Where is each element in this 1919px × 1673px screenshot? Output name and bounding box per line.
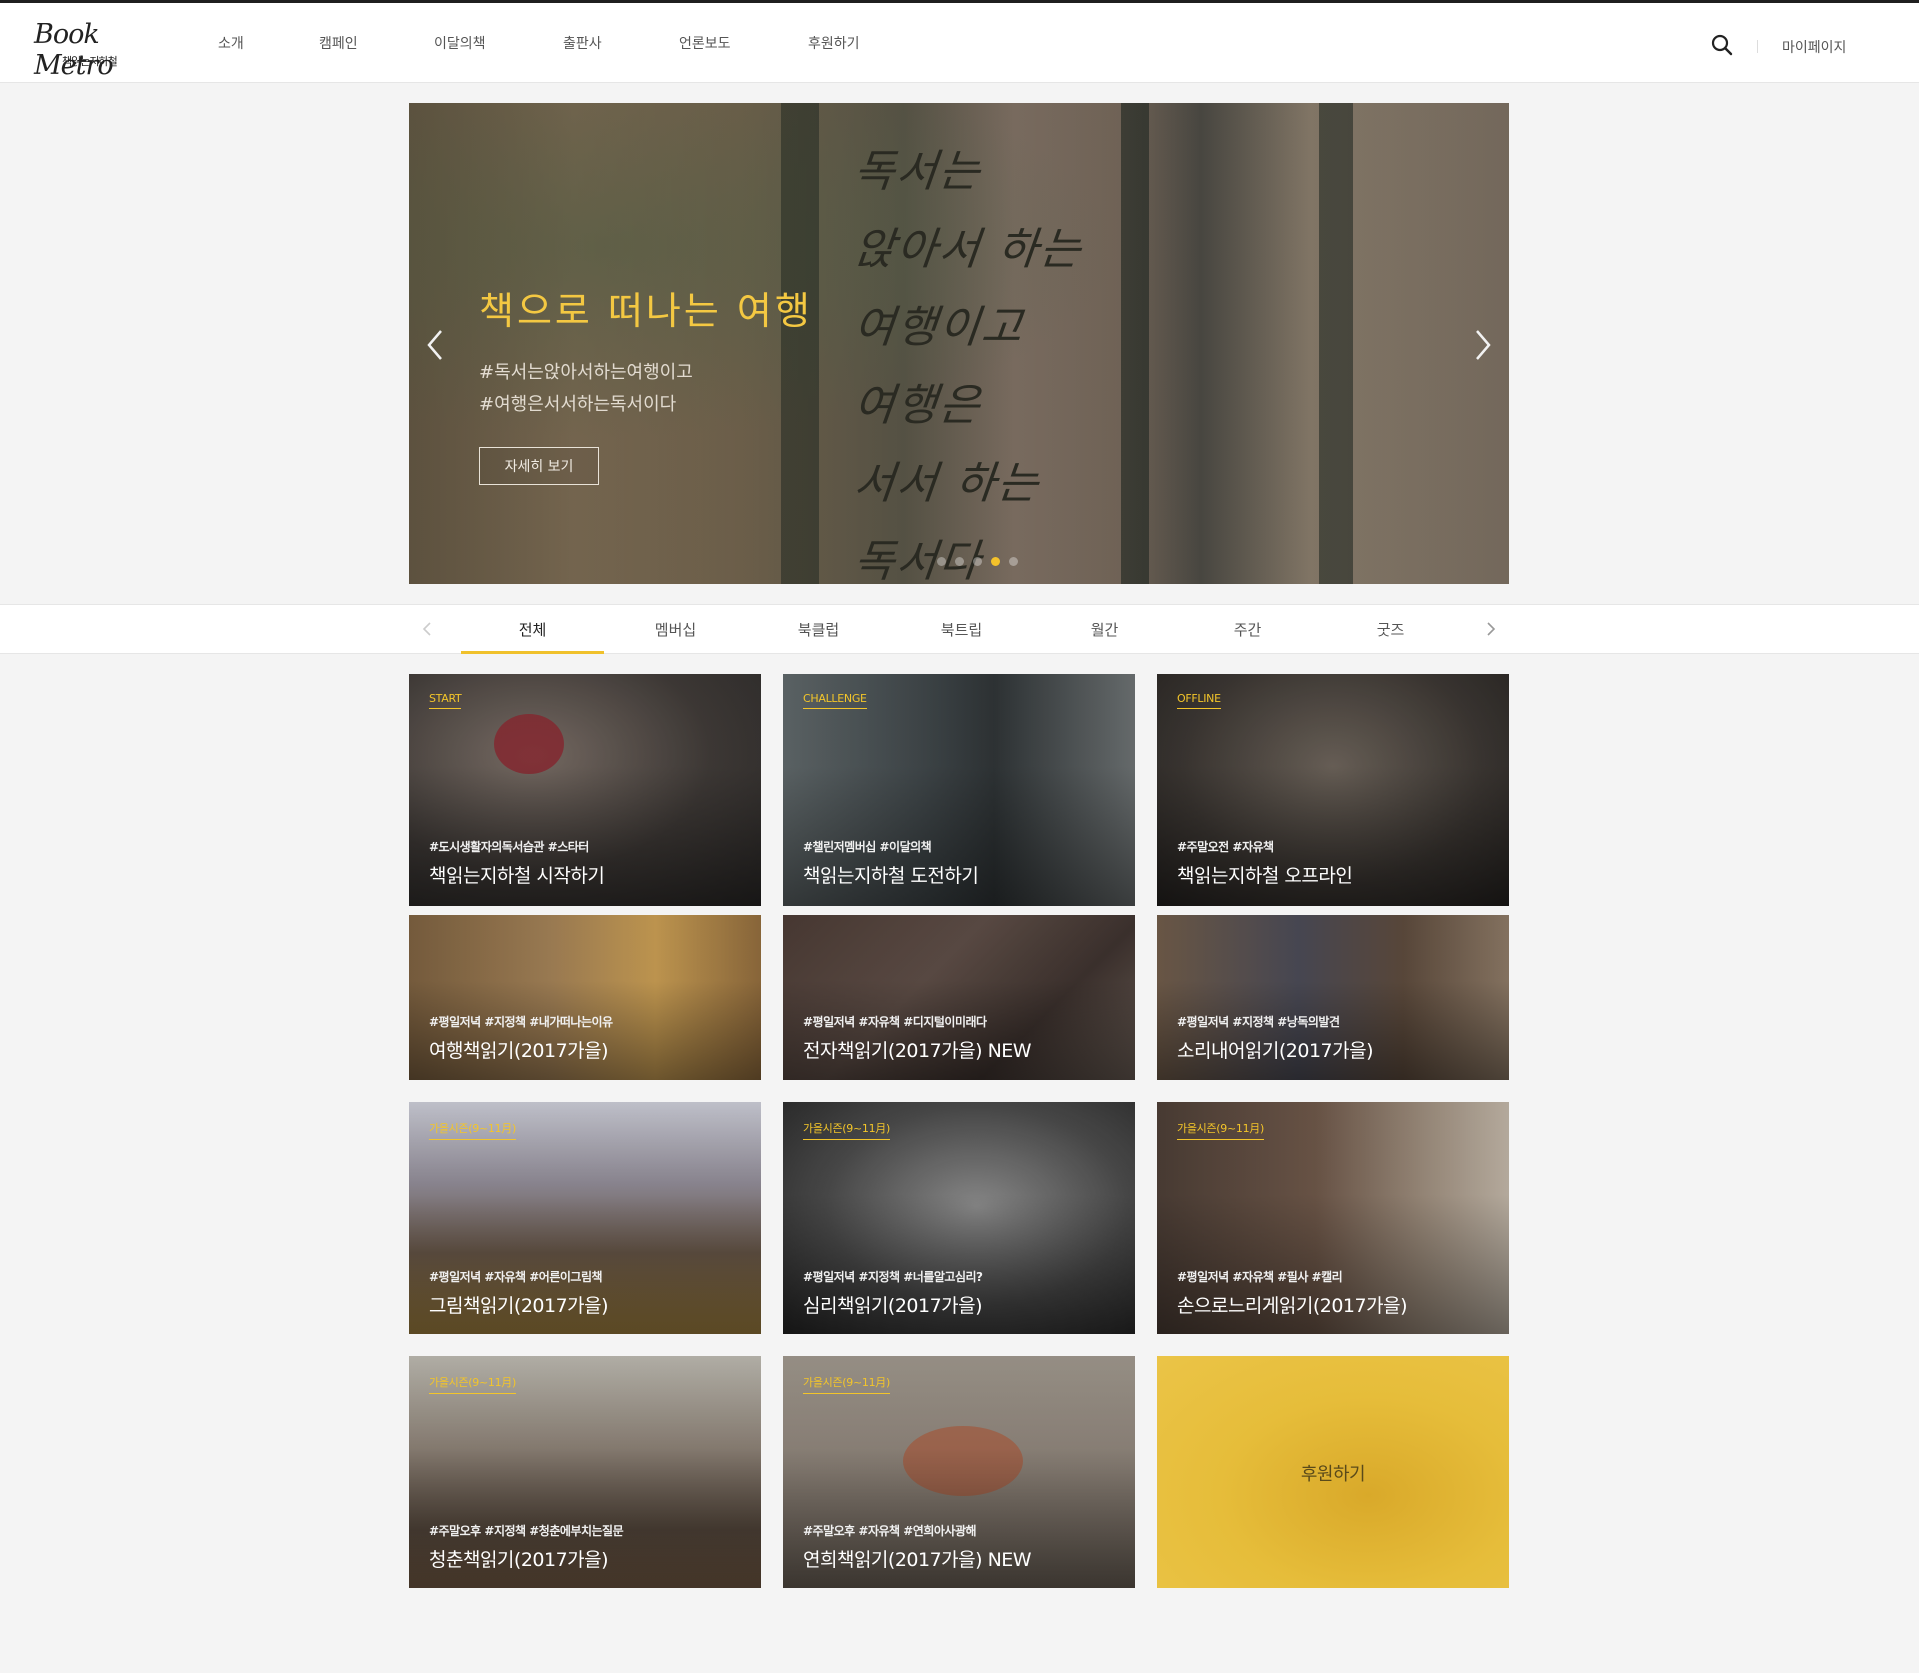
chevron-left-icon[interactable] [418, 619, 436, 639]
tab-goods[interactable]: 굿즈 [1319, 605, 1462, 653]
tab-membership[interactable]: 멤버십 [604, 605, 747, 653]
card-badge: 가을시즌(9~11月) [429, 1120, 516, 1140]
hero-script-line: 서서 하는 [851, 458, 1043, 509]
hero-handwriting: 독서는 앉아서 하는 여행이고 여행은 서서 하는 독서다 [851, 133, 1114, 584]
program-card[interactable]: 가을시즌(9~11月) #평일저녁 #지정책 #너를알고심리? 심리책읽기(20… [783, 1102, 1135, 1334]
program-card[interactable]: #평일저녁 #지정책 #낭독의발견 소리내어읽기(2017가을) [1157, 915, 1509, 1080]
category-tabbar: 전체 멤버십 북클럽 북트립 월간 주간 굿즈 [0, 604, 1919, 654]
hero-script-line: 독서다 [851, 536, 985, 584]
card-title: 연희책읽기(2017가을) NEW [803, 1549, 1032, 1571]
slider-dot[interactable] [937, 557, 946, 566]
donate-card-title: 후원하기 [1300, 1464, 1366, 1485]
tab-booktrip[interactable]: 북트립 [890, 605, 1033, 653]
hero-title: 책으로 떠나는 여행 [479, 289, 813, 333]
slider-dots [937, 557, 1018, 566]
card-badge: OFFLINE [1177, 692, 1221, 709]
program-card[interactable]: CHALLENGE #챌린저멤버십 #이달의책 책읽는지하철 도전하기 [783, 674, 1135, 906]
card-tags: #평일저녁 #자유책 #어른이그림책 [429, 1270, 603, 1284]
hero-script-line: 앉아서 하는 [851, 224, 1086, 275]
search-icon[interactable] [1710, 33, 1734, 57]
mypage-link[interactable]: 마이페이지 [1782, 37, 1846, 57]
header-divider [1757, 40, 1758, 53]
hero-subtitle-1: #독서는앉아서하는여행이고 [479, 362, 693, 383]
card-title: 그림책읽기(2017가을) [429, 1295, 609, 1317]
nav-item-campaign[interactable]: 캠페인 [319, 33, 434, 53]
hero-script-line: 여행이고 [851, 302, 1027, 353]
tab-weekly[interactable]: 주간 [1176, 605, 1319, 653]
card-title: 전자책읽기(2017가을) NEW [803, 1040, 1032, 1062]
donate-card[interactable]: 후원하기 [1157, 1356, 1509, 1588]
card-title: 책읽는지하철 도전하기 [803, 865, 979, 887]
program-card[interactable]: START #도시생활자의독서습관 #스타터 책읽는지하철 시작하기 [409, 674, 761, 906]
program-card[interactable]: OFFLINE #주말오전 #자유책 책읽는지하철 오프라인 [1157, 674, 1509, 906]
nav-item-donate[interactable]: 후원하기 [808, 33, 888, 53]
hero-script-line: 독서는 [851, 146, 985, 197]
card-badge: START [429, 692, 462, 709]
card-tags: #평일저녁 #지정책 #내가떠나는이유 [429, 1015, 613, 1029]
card-badge: 가을시즌(9~11月) [1177, 1120, 1264, 1140]
card-title: 심리책읽기(2017가을) [803, 1295, 983, 1317]
logo-main-text: Book Metro [34, 19, 114, 81]
card-tags: #평일저녁 #자유책 #디지털이미래다 [803, 1015, 987, 1029]
nav-item-book-of-month[interactable]: 이달의책 [434, 33, 563, 53]
card-title: 손으로느리게읽기(2017가을) [1177, 1295, 1407, 1317]
logo-sub-text: 책읽는지하철 [62, 55, 118, 68]
chevron-left-icon[interactable] [423, 325, 447, 365]
logo[interactable]: Book Metro 책읽는지하철 [34, 17, 154, 81]
card-tags: #평일저녁 #지정책 #낭독의발견 [1177, 1015, 1340, 1029]
card-badge: 가을시즌(9~11月) [803, 1120, 890, 1140]
nav-item-intro[interactable]: 소개 [218, 33, 319, 53]
card-tags: #챌린저멤버십 #이달의책 [803, 840, 932, 854]
card-title: 청춘책읽기(2017가을) [429, 1549, 609, 1571]
card-title: 책읽는지하철 오프라인 [1177, 865, 1353, 887]
tab-all[interactable]: 전체 [461, 605, 604, 654]
hero-script-line: 여행은 [851, 380, 985, 431]
card-tags: #도시생활자의독서습관 #스타터 [429, 840, 589, 854]
card-badge: 가을시즌(9~11月) [429, 1374, 516, 1394]
tab-bookclub[interactable]: 북클럽 [747, 605, 890, 653]
card-tags: #주말오전 #자유책 [1177, 840, 1274, 854]
category-tabs: 전체 멤버십 북클럽 북트립 월간 주간 굿즈 [461, 605, 1462, 654]
program-card[interactable]: 가을시즌(9~11月) #평일저녁 #자유책 #필사 #캘리 손으로느리게읽기(… [1157, 1102, 1509, 1334]
card-title: 책읽는지하철 시작하기 [429, 865, 605, 887]
program-card[interactable]: #평일저녁 #자유책 #디지털이미래다 전자책읽기(2017가을) NEW [783, 915, 1135, 1080]
slider-dot[interactable] [973, 557, 982, 566]
program-card[interactable]: 가을시즌(9~11月) #주말오후 #자유책 #연희아사광해 연희책읽기(201… [783, 1356, 1135, 1588]
hero-banner[interactable]: 독서는 앉아서 하는 여행이고 여행은 서서 하는 독서다 책으로 떠나는 여행… [409, 103, 1509, 584]
chevron-right-icon[interactable] [1471, 325, 1495, 365]
card-badge: 가을시즌(9~11月) [803, 1374, 890, 1394]
card-title: 여행책읽기(2017가을) [429, 1040, 609, 1062]
program-card[interactable]: 가을시즌(9~11月) #주말오후 #지정책 #청춘에부치는질문 청춘책읽기(2… [409, 1356, 761, 1588]
slider-dot[interactable] [991, 557, 1000, 566]
slider-dot[interactable] [955, 557, 964, 566]
card-tags: #주말오후 #자유책 #연희아사광해 [803, 1524, 977, 1538]
tab-monthly[interactable]: 월간 [1033, 605, 1176, 653]
card-tags: #평일저녁 #자유책 #필사 #캘리 [1177, 1270, 1343, 1284]
program-card[interactable]: 가을시즌(9~11月) #평일저녁 #자유책 #어른이그림책 그림책읽기(201… [409, 1102, 761, 1334]
hero-detail-button[interactable]: 자세히 보기 [479, 447, 599, 485]
card-badge: CHALLENGE [803, 692, 867, 709]
slider-dot[interactable] [1009, 557, 1018, 566]
hero-subtitle-2: #여행은서서하는독서이다 [479, 394, 677, 415]
card-tags: #주말오후 #지정책 #청춘에부치는질문 [429, 1524, 624, 1538]
site-header: Book Metro 책읽는지하철 소개 캠페인 이달의책 출판사 언론보도 후… [0, 3, 1919, 83]
main-nav: 소개 캠페인 이달의책 출판사 언론보도 후원하기 [218, 3, 888, 83]
nav-item-press[interactable]: 언론보도 [679, 33, 808, 53]
program-card[interactable]: #평일저녁 #지정책 #내가떠나는이유 여행책읽기(2017가을) [409, 915, 761, 1080]
nav-item-publisher[interactable]: 출판사 [563, 33, 679, 53]
chevron-right-icon[interactable] [1482, 619, 1500, 639]
card-tags: #평일저녁 #지정책 #너를알고심리? [803, 1270, 983, 1284]
card-title: 소리내어읽기(2017가을) [1177, 1040, 1374, 1062]
